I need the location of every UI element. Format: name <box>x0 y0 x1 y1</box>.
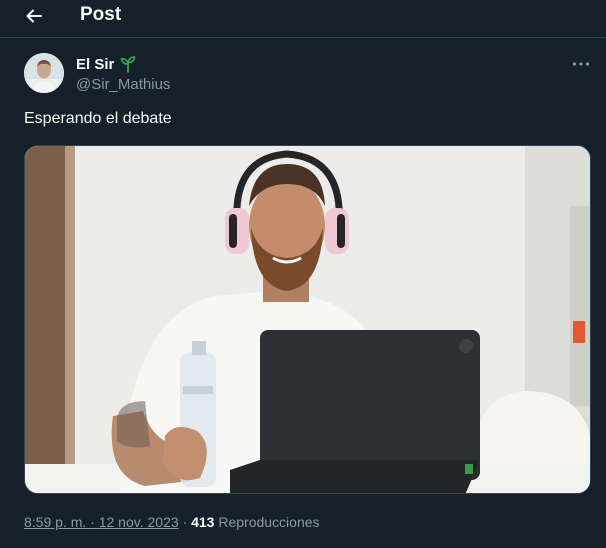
tweet-date: 12 nov. 2023 <box>98 514 179 530</box>
more-options-button[interactable] <box>568 54 594 74</box>
meta-separator: · <box>86 514 99 530</box>
tweet-text: Esperando el debate <box>24 110 172 127</box>
page-title: Post <box>80 4 122 25</box>
arrow-left-icon <box>26 9 42 23</box>
avatar-image <box>24 53 64 93</box>
views-count[interactable]: 413 <box>191 514 214 530</box>
meta-separator: · <box>178 514 192 530</box>
views-label: Reproducciones <box>214 514 320 530</box>
timestamp-link[interactable]: 8:59 p. m. · 12 nov. 2023 <box>24 514 179 530</box>
more-dots-icon <box>572 62 590 66</box>
author-name[interactable]: El Sir <box>76 56 114 73</box>
author-name-row: El Sir <box>76 55 137 73</box>
tweet-meta: 8:59 p. m. · 12 nov. 2023 · 413 Reproduc… <box>24 514 320 530</box>
photo-image <box>25 146 590 493</box>
tweet-media-photo[interactable] <box>24 145 591 494</box>
header-divider <box>0 37 606 38</box>
post-page: Post El Sir @Sir_Mathius Esperando el de… <box>0 0 606 548</box>
tweet-time: 8:59 p. m. <box>24 514 87 530</box>
avatar[interactable] <box>24 53 64 93</box>
back-button[interactable] <box>20 2 48 30</box>
author-handle[interactable]: @Sir_Mathius <box>76 76 170 93</box>
page-header: Post <box>0 0 606 34</box>
seedling-icon <box>121 56 136 73</box>
